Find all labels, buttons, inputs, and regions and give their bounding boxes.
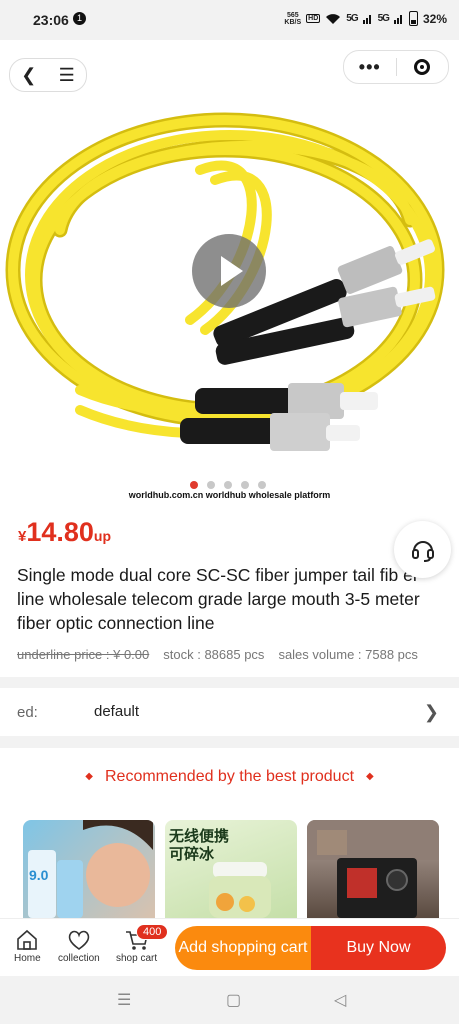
target-icon (414, 59, 431, 75)
recommended-card[interactable]: 无线便携 可碎冰 (165, 820, 297, 918)
carousel-dot[interactable] (190, 481, 198, 489)
recommended-card[interactable]: 9.0 (23, 820, 155, 918)
sunscreen-product-image: 9.0 (28, 820, 153, 918)
nav-pill: ❮ ☰ (9, 58, 87, 92)
bottom-action-bar: Home collection shop cart 400 Add shoppi… (0, 918, 459, 977)
card1-text: 9.0 (29, 867, 49, 883)
price-suffix: up (93, 528, 112, 544)
home-label: Home (14, 953, 41, 964)
carousel-dot[interactable] (224, 481, 232, 489)
signal-icon-1: 5G (346, 13, 358, 24)
chevron-right-icon: ❯ (423, 702, 439, 722)
net-speed-value: 565 (286, 11, 299, 19)
signal-bars-icon-2 (393, 15, 402, 24)
battery-percent: 32% (422, 11, 447, 26)
wifi-icon (326, 13, 341, 24)
back-nav-icon[interactable]: ◁ (334, 990, 346, 1010)
spec-value: default (94, 703, 140, 720)
menu-icon[interactable]: ☰ (59, 65, 75, 86)
signal-icon-2: 5G (377, 13, 390, 24)
back-icon[interactable]: ❮ (21, 65, 36, 86)
price-value: 14.80 (26, 517, 94, 547)
sales-volume: sales volume : 7588 pcs (278, 647, 418, 662)
image-watermark: worldhub.com.cn worldhub wholesale platf… (128, 490, 331, 500)
customer-service-button[interactable] (394, 521, 451, 578)
notification-badge: 1 (73, 12, 86, 25)
price: ¥14.80up (18, 517, 111, 548)
buy-now-button[interactable]: Buy Now (311, 926, 446, 970)
stock: stock : 88685 pcs (163, 647, 265, 662)
home-button[interactable]: Home (14, 929, 41, 964)
add-to-cart-button[interactable]: Add shopping cart (175, 926, 311, 970)
diamond-icon: ◆ (366, 771, 374, 782)
carousel-dot[interactable] (207, 481, 215, 489)
signal-bars-icon-1 (362, 15, 371, 24)
spec-label: ed: (17, 704, 38, 721)
close-miniapp-button[interactable] (396, 59, 448, 75)
play-video-button[interactable] (192, 234, 266, 308)
generator-product-image (307, 820, 439, 918)
recommended-card[interactable] (307, 820, 439, 918)
carousel-dots (190, 481, 266, 489)
product-meta: underline price : ¥ 0.00 stock : 88685 p… (17, 647, 447, 662)
more-icon[interactable]: ••• (344, 58, 396, 76)
status-icons: 565 KB/S HD 5G 5G 32% (284, 11, 447, 26)
product-title: Single mode dual core SC-SC fiber jumper… (17, 565, 420, 633)
status-time: 23:06 (33, 12, 69, 28)
card2-line1: 无线便携 (169, 828, 230, 845)
system-nav-bar: ☰ ▢ ◁ (0, 976, 459, 1024)
home-nav-icon[interactable]: ▢ (226, 990, 241, 1010)
heart-icon (68, 930, 90, 950)
cart-count-badge: 400 (136, 924, 169, 940)
carousel-dot[interactable] (241, 481, 249, 489)
product-info: ¥14.80up Single mode dual core SC-SC fib… (0, 505, 459, 677)
net-speed-unit: KB/S (284, 18, 302, 26)
spec-selector[interactable]: ed: default ❯ (0, 688, 459, 736)
carousel-dot[interactable] (258, 481, 266, 489)
hd-icon: HD (306, 14, 321, 23)
home-icon (17, 929, 38, 950)
diamond-icon: ◆ (85, 771, 93, 782)
card2-text: 无线便携 可碎冰 (169, 828, 229, 864)
status-bar: 23:06 1 565 KB/S HD 5G 5G 32% (0, 0, 459, 40)
cart-label: shop cart (116, 953, 158, 964)
blender-product-image (209, 862, 271, 918)
collection-label: collection (58, 953, 100, 964)
recommended-section: ◆ Recommended by the best product ◆ 9.0 无线… (0, 748, 459, 918)
recent-apps-icon[interactable]: ☰ (117, 990, 131, 1010)
recommended-heading: ◆ Recommended by the best product ◆ (0, 768, 459, 786)
recommended-title: Recommended by the best product (104, 768, 355, 785)
underline-price: underline price : ¥ 0.00 (17, 647, 150, 662)
headset-icon (411, 540, 434, 562)
miniapp-capsule: ••• (343, 50, 449, 84)
battery-icon (408, 11, 418, 26)
net-speed: 565 KB/S (284, 12, 301, 26)
collection-button[interactable]: collection (58, 929, 100, 964)
